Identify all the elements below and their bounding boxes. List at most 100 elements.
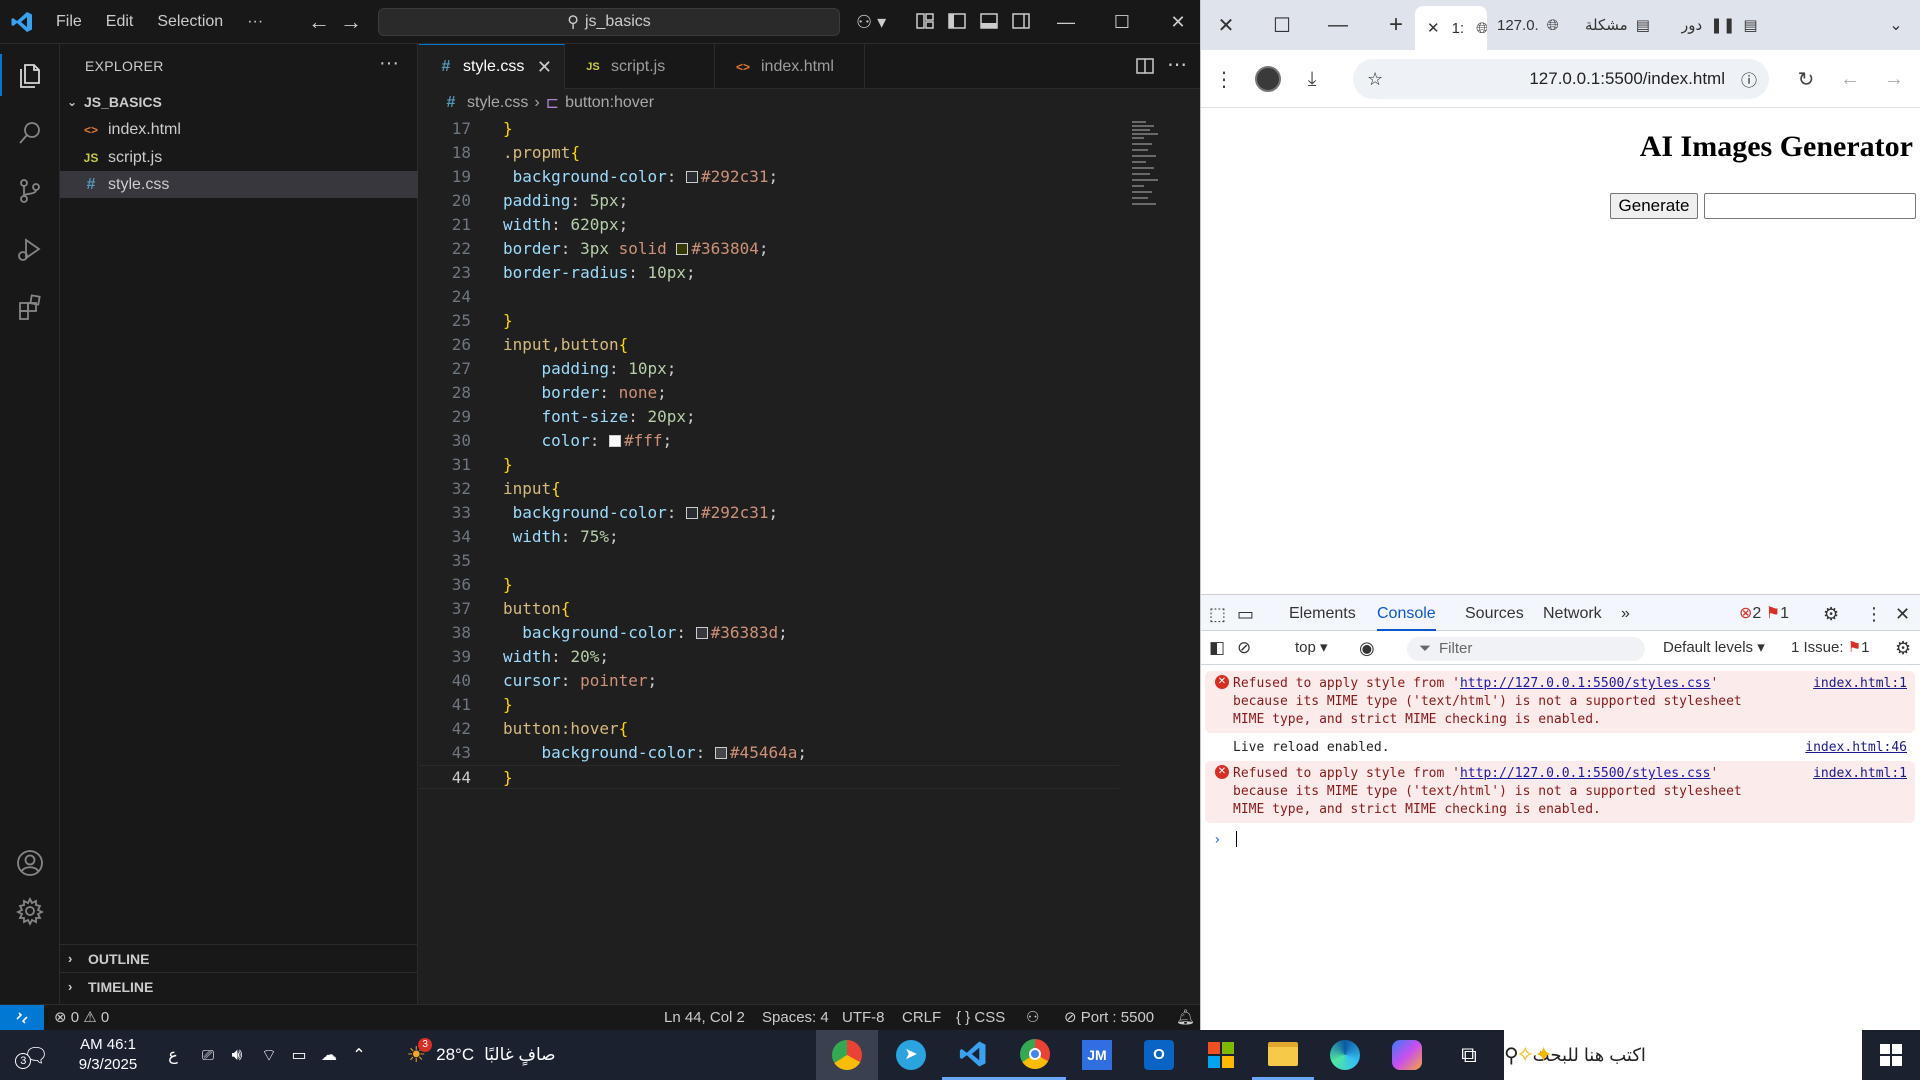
task-view-icon[interactable]: ⧉ xyxy=(1438,1030,1500,1080)
message-source-link[interactable]: index.html:1 xyxy=(1813,765,1907,783)
source-control-icon[interactable] xyxy=(0,162,60,220)
download-icon[interactable]: ⤓ xyxy=(1297,64,1327,94)
breadcrumb-file[interactable]: style.css xyxy=(467,94,528,112)
menu-selection[interactable]: Selection xyxy=(145,0,235,44)
telegram-app-icon[interactable]: ➤ xyxy=(880,1030,942,1080)
jetbrains-app-icon[interactable]: JM xyxy=(1066,1030,1128,1080)
encoding[interactable]: UTF-8 xyxy=(842,1005,885,1031)
tab-index-html[interactable]: <> index.html xyxy=(715,44,865,89)
back-arrow-icon[interactable]: ← xyxy=(308,0,330,44)
file-script-js[interactable]: JS script.js xyxy=(60,144,418,171)
customize-layout-icon[interactable] xyxy=(914,10,936,32)
close-icon[interactable]: ✕ xyxy=(1201,0,1251,50)
cursor-position[interactable]: Ln 44, Col 2 xyxy=(664,1005,745,1031)
prompt-input[interactable] xyxy=(1704,193,1916,219)
sidebar-toggle-icon[interactable]: ◧ xyxy=(1209,631,1225,665)
stylesheet-link[interactable]: http://127.0.0.1:5500/styles.css xyxy=(1460,676,1710,691)
file-explorer-app-icon[interactable] xyxy=(1252,1030,1314,1080)
split-editor-icon[interactable] xyxy=(1135,56,1155,76)
end-of-line[interactable]: CRLF xyxy=(902,1005,941,1031)
generate-button[interactable]: Generate xyxy=(1610,193,1698,219)
tab-script-js[interactable]: JS script.js xyxy=(565,44,715,89)
close-devtools-icon[interactable]: ✕ xyxy=(1895,595,1910,631)
menu-edit[interactable]: Edit xyxy=(94,0,146,44)
issues-counter[interactable]: 1 Issue: ⚑1 xyxy=(1791,631,1870,665)
explorer-more-icon[interactable]: ··· xyxy=(379,52,399,75)
inspect-element-icon[interactable]: ⬚ xyxy=(1209,595,1226,631)
language-mode[interactable]: { } CSS xyxy=(956,1005,1005,1031)
device-toolbar-icon[interactable]: ▭ xyxy=(1237,595,1254,631)
minimize-icon[interactable]: — xyxy=(1313,0,1363,50)
browser-tab-active[interactable]: ✕ 1: 🌐︎ xyxy=(1415,6,1487,50)
start-button[interactable] xyxy=(1862,1030,1920,1080)
tab-console[interactable]: Console xyxy=(1377,595,1436,631)
close-icon[interactable]: ✕ xyxy=(1150,0,1206,44)
back-arrow-icon[interactable]: ← xyxy=(1835,64,1865,94)
timeline-section[interactable]: › TIMELINE xyxy=(60,972,418,1000)
chrome-app-icon[interactable] xyxy=(1004,1030,1066,1080)
forward-arrow-icon[interactable]: → xyxy=(340,0,362,44)
volume-icon[interactable]: 🔊︎ xyxy=(224,1030,250,1080)
weather-widget[interactable]: ☀ 3 28°C صافٍ غالبًا xyxy=(396,1030,566,1080)
breadcrumb-symbol[interactable]: button:hover xyxy=(565,94,654,112)
outline-section[interactable]: › OUTLINE xyxy=(60,944,418,972)
extensions-icon[interactable] xyxy=(0,278,60,336)
notifications-icon[interactable]: 🗨︎ 3 xyxy=(15,1030,56,1080)
notifications-bell-icon[interactable]: 🔔︎ xyxy=(1176,1005,1195,1031)
settings-gear-icon[interactable]: ⚙ xyxy=(1823,595,1839,631)
close-tab-icon[interactable]: ✕ xyxy=(1427,19,1440,37)
taskbar-search-box[interactable]: ✦✧ اكتب هنا للبحث ⚲ xyxy=(1504,1030,1862,1080)
remote-icon[interactable] xyxy=(0,1005,44,1031)
search-icon[interactable] xyxy=(0,104,60,162)
store-app-icon[interactable] xyxy=(1190,1030,1252,1080)
new-tab-icon[interactable]: + xyxy=(1371,0,1421,50)
input-language[interactable]: ع xyxy=(160,1030,186,1080)
copilot-icon[interactable]: ⚇ ▾ xyxy=(856,0,886,44)
browser-tab[interactable]: مشكلة ▤ xyxy=(1585,8,1671,42)
minimize-icon[interactable]: — xyxy=(1038,0,1094,44)
close-tab-icon[interactable]: ✕ xyxy=(537,57,552,78)
error-counter[interactable]: ⊗2 ⚑1 xyxy=(1739,595,1789,631)
console-settings-icon[interactable]: ⚙ xyxy=(1895,631,1911,665)
show-hidden-icons-chevron-icon[interactable]: ⌃ xyxy=(346,1030,372,1080)
battery-icon[interactable]: ▭ xyxy=(286,1030,312,1080)
menu-more[interactable]: ··· xyxy=(235,0,275,44)
file-index-html[interactable]: <> index.html xyxy=(60,116,418,143)
forward-arrow-icon[interactable]: → xyxy=(1879,64,1909,94)
minimap[interactable] xyxy=(1130,119,1170,219)
vscode-app-icon[interactable] xyxy=(942,1030,1004,1080)
clock[interactable]: AM 46:1 9/3/2025 xyxy=(66,1030,150,1080)
outlook-app-icon[interactable]: O xyxy=(1128,1030,1190,1080)
devtools-menu-icon[interactable]: ⋮ xyxy=(1865,595,1883,631)
chrome-profile-app-icon[interactable] xyxy=(816,1030,878,1080)
live-expression-eye-icon[interactable]: ◉ xyxy=(1359,631,1375,665)
maximize-icon[interactable]: ☐ xyxy=(1257,0,1307,50)
tab-sources[interactable]: Sources xyxy=(1465,595,1524,631)
bookmark-star-icon[interactable]: ☆ xyxy=(1367,69,1383,90)
tab-style-css[interactable]: # style.css ✕ xyxy=(419,44,565,89)
stylesheet-link[interactable]: http://127.0.0.1:5500/styles.css xyxy=(1460,766,1710,781)
copilot-status-icon[interactable]: ⚇ xyxy=(1026,1005,1039,1031)
profile-avatar[interactable] xyxy=(1253,64,1283,94)
file-style-css[interactable]: # style.css xyxy=(60,171,418,198)
color-swatch[interactable] xyxy=(686,507,699,519)
address-bar[interactable]: 127.0.0.1:5500/index.html ☆ ⓘ xyxy=(1353,59,1769,99)
color-swatch[interactable] xyxy=(676,243,689,255)
color-swatch[interactable] xyxy=(695,627,708,639)
browser-menu-icon[interactable]: ⋮ xyxy=(1209,64,1239,94)
tab-network[interactable]: Network xyxy=(1543,595,1602,631)
menu-file[interactable]: File xyxy=(44,0,94,44)
more-tabs-icon[interactable]: » xyxy=(1621,595,1630,631)
indentation[interactable]: Spaces: 4 xyxy=(762,1005,829,1031)
edge-app-icon[interactable] xyxy=(1314,1030,1376,1080)
run-debug-icon[interactable] xyxy=(0,220,60,278)
command-center[interactable]: ⚲ js_basics xyxy=(378,8,840,36)
log-levels-dropdown[interactable]: Default levels ▾ xyxy=(1663,631,1765,665)
color-swatch[interactable] xyxy=(608,435,621,447)
more-actions-icon[interactable]: ⋯ xyxy=(1167,52,1187,77)
copilot-app-icon[interactable] xyxy=(1376,1030,1438,1080)
tab-search-chevron-icon[interactable]: ⌄ xyxy=(1871,0,1920,50)
toggle-sidebar-icon[interactable] xyxy=(946,10,968,32)
toggle-panel-icon[interactable] xyxy=(978,10,1000,32)
browser-tab[interactable]: 127.0. 🌐︎ xyxy=(1497,8,1577,42)
